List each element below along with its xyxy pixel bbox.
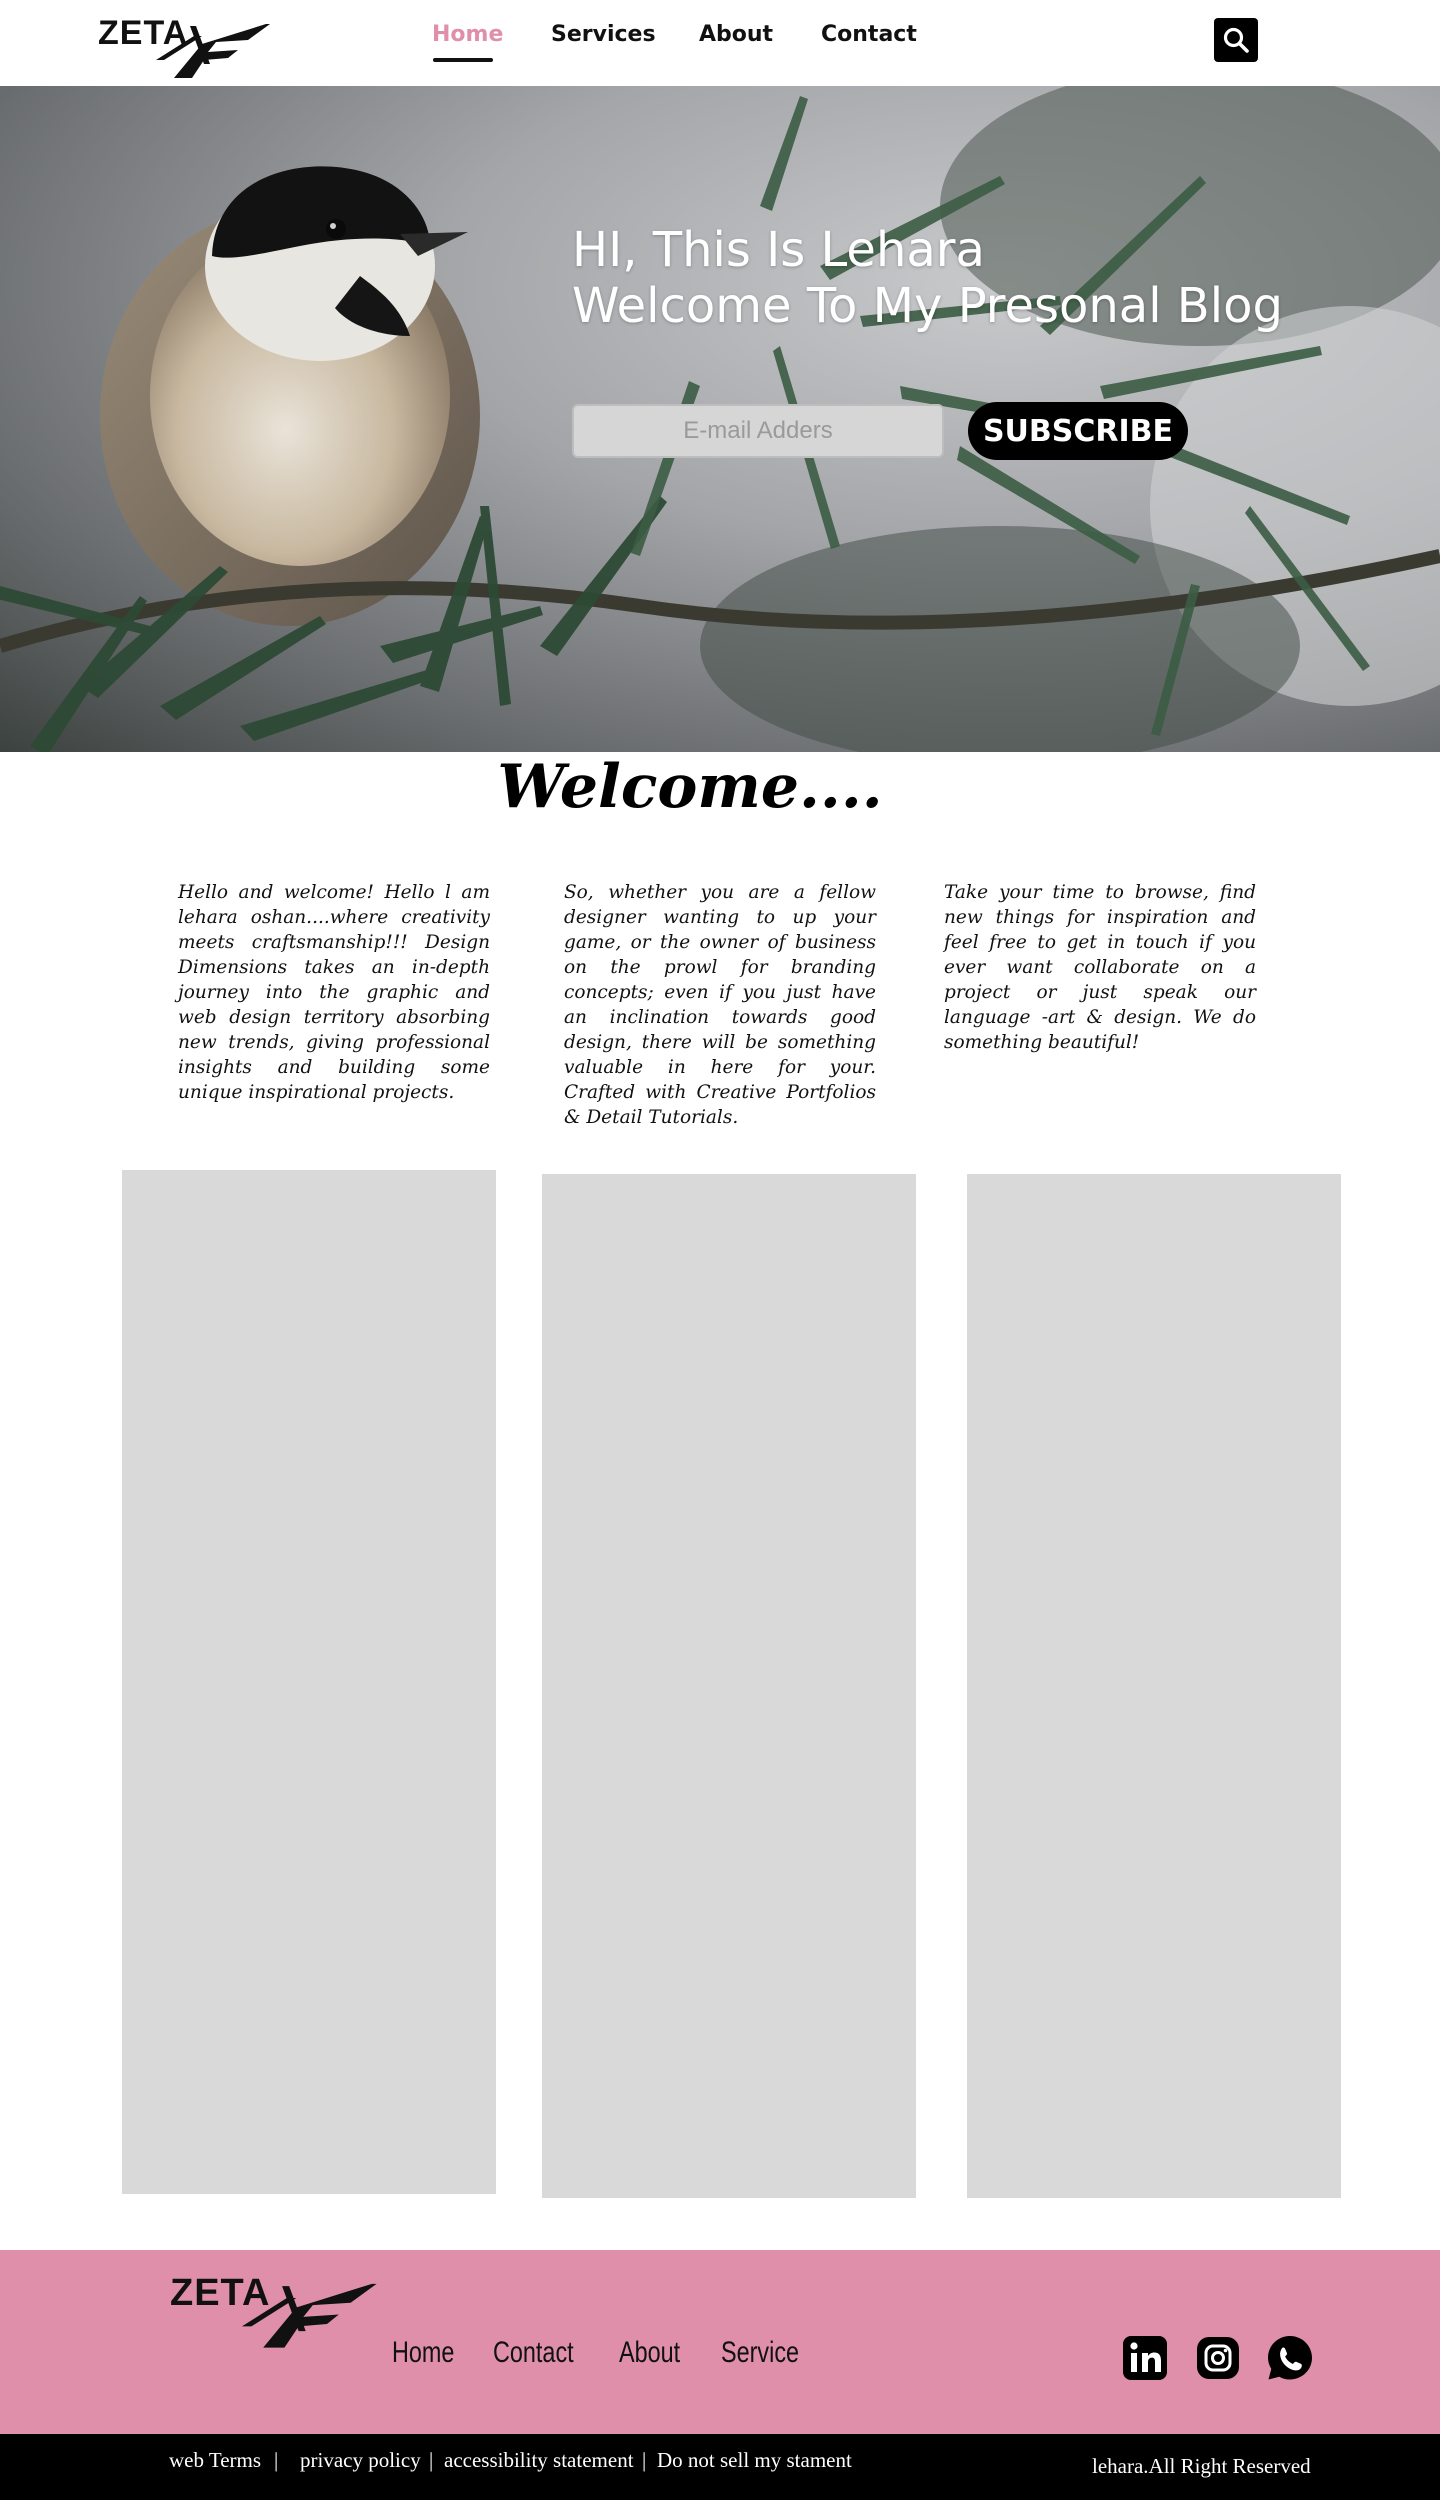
legal-web-terms[interactable]: web Terms <box>169 2448 261 2473</box>
hero-banner: HI, This Is Lehara Welcome To My Presona… <box>0 86 1440 752</box>
linkedin-link[interactable] <box>1121 2334 1169 2382</box>
site-header: ZETA Home Services About Contact <box>0 0 1440 86</box>
header-logo[interactable]: ZETA <box>98 14 270 80</box>
legal-do-not-sell[interactable]: Do not sell my stament <box>657 2448 852 2473</box>
copyright-text: lehara.All Right Reserved <box>1092 2454 1311 2478</box>
nav-home[interactable]: Home <box>432 22 503 47</box>
search-button[interactable] <box>1214 18 1258 62</box>
intro-column-2: So, whether you are a fellow designer wa… <box>564 882 876 1128</box>
hero-heading: HI, This Is Lehara Welcome To My Presona… <box>572 222 1283 334</box>
hero-heading-line-2: Welcome To My Presonal Blog <box>572 278 1283 334</box>
nav-about[interactable]: About <box>699 22 773 47</box>
legal-privacy-policy[interactable]: privacy policy <box>300 2448 421 2473</box>
legal-bar: web Terms | privacy policy | accessibili… <box>0 2434 1440 2500</box>
active-nav-indicator <box>433 58 493 62</box>
nav-services[interactable]: Services <box>551 22 656 47</box>
site-footer: ZETA Home Contact About Service <box>0 2250 1440 2434</box>
intro-column-1: Hello and welcome! Hello l am lehara osh… <box>178 882 490 1103</box>
legal-accessibility[interactable]: accessibility statement <box>444 2448 634 2473</box>
linkedin-icon <box>1123 2336 1167 2380</box>
footer-nav-home[interactable]: Home <box>392 2336 454 2370</box>
footer-nav-about[interactable]: About <box>619 2336 680 2370</box>
instagram-icon <box>1197 2337 1239 2379</box>
footer-logo-wing-mark <box>241 2283 377 2348</box>
email-input[interactable] <box>572 404 944 458</box>
search-icon <box>1223 27 1249 53</box>
content-card-2[interactable] <box>542 1174 916 2198</box>
legal-separator: | <box>642 2448 647 2472</box>
hero-heading-line-1: HI, This Is Lehara <box>572 222 985 278</box>
nav-contact[interactable]: Contact <box>821 22 917 47</box>
footer-nav-contact[interactable]: Contact <box>493 2336 574 2370</box>
subscribe-button[interactable]: SUBSCRIBE <box>968 402 1188 460</box>
logo-wing-mark <box>156 24 270 78</box>
legal-separator: | <box>274 2448 279 2472</box>
footer-logo[interactable]: ZETA <box>170 2272 380 2350</box>
footer-nav-service[interactable]: Service <box>721 2336 799 2370</box>
instagram-link[interactable] <box>1194 2334 1242 2382</box>
welcome-heading: Welcome.... <box>497 752 883 822</box>
content-card-3[interactable] <box>967 1174 1341 2198</box>
legal-separator: | <box>429 2448 434 2472</box>
whatsapp-link[interactable] <box>1266 2334 1314 2382</box>
content-card-1[interactable] <box>122 1170 496 2194</box>
whatsapp-icon <box>1268 2336 1312 2380</box>
intro-column-3: Take your time to browse, find new thing… <box>944 882 1256 1053</box>
